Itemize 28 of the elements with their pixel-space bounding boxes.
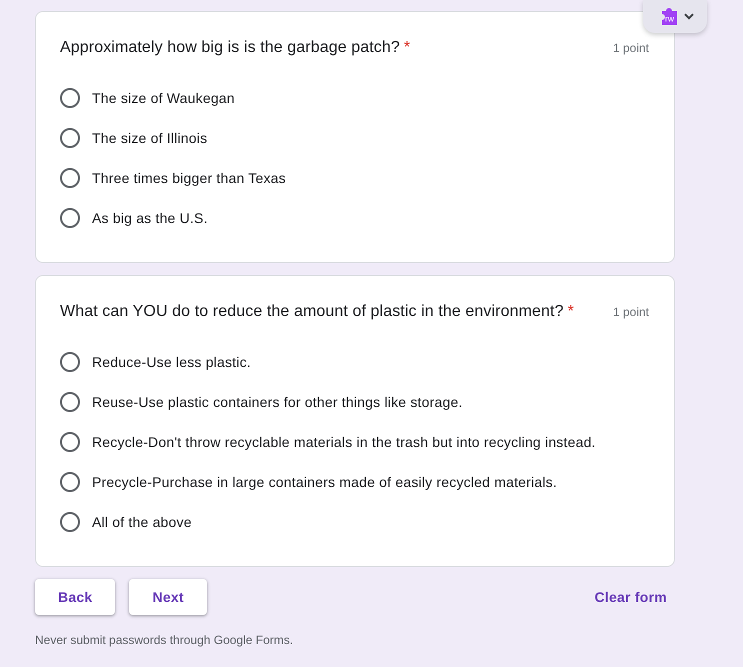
nav-button[interactable]: Back (35, 579, 116, 615)
footer-note: Never submit passwords through Google Forms. (35, 632, 294, 648)
option-label: The size of Illinois (92, 129, 208, 148)
radio-button[interactable] (60, 168, 80, 188)
option-label: The size of Waukegan (92, 89, 235, 108)
option-label: As big as the U.S. (92, 209, 208, 228)
radio-button[interactable] (60, 88, 80, 108)
question-title: What can YOU do to reduce the amount of plastic in the environment? * (60, 302, 574, 322)
radio-button[interactable] (60, 432, 80, 452)
option-label: All of the above (92, 513, 192, 532)
nav-button[interactable]: Next (129, 579, 207, 615)
radio-button[interactable] (60, 472, 80, 492)
radio-button[interactable] (60, 128, 80, 148)
option-label: Precycle-Purchase in large containers made of easily recycled materials. (92, 473, 557, 492)
points-label: 1 point (612, 304, 649, 320)
radio-button[interactable] (60, 208, 80, 228)
extension-button[interactable]: rw (643, 0, 707, 33)
points-label: 1 point (612, 40, 649, 56)
option-label: Reuse-Use plastic containers for other things like storage. (92, 393, 463, 412)
radio-button[interactable] (60, 352, 80, 372)
radio-button[interactable] (60, 392, 80, 412)
radio-button[interactable] (60, 512, 80, 532)
option-label: Three times bigger than Texas (92, 169, 286, 188)
option-label: Recycle-Don't throw recyclable materials in the trash but into recycling instead. (92, 433, 596, 452)
question-title: Approximately how big is is the garbage patch? * (60, 38, 410, 58)
clear-form-button[interactable]: Clear form (586, 579, 675, 615)
chevron-down-icon (684, 13, 694, 20)
option-label: Reduce-Use less plastic. (92, 353, 251, 372)
